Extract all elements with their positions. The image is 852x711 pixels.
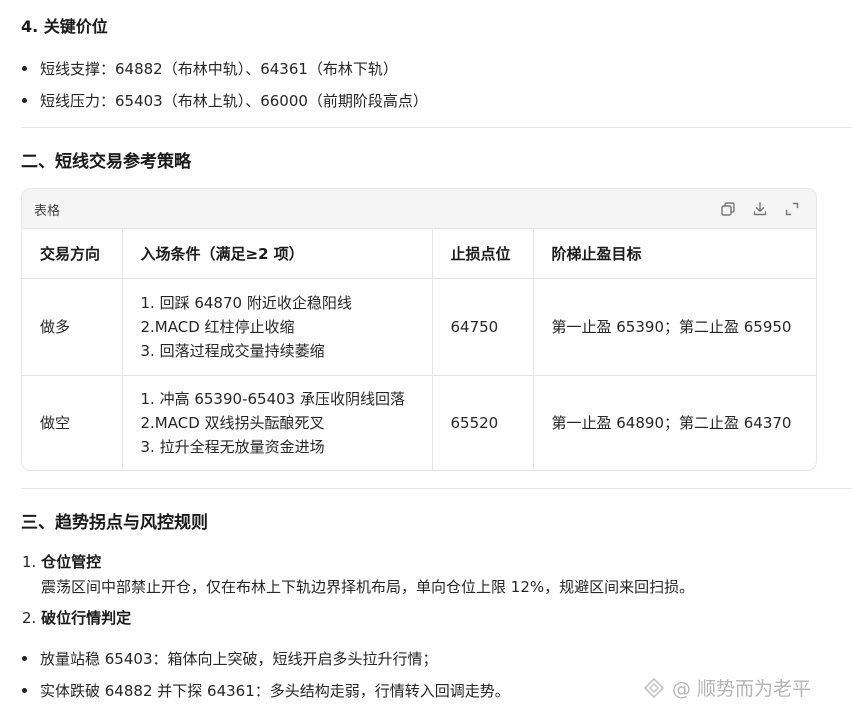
support-text: 短线支撑：64882（布林中轨）、64361（布林下轨） <box>40 60 398 78</box>
bullet-dot <box>22 66 27 71</box>
list-item: 短线支撑：64882（布林中轨）、64361（布林下轨） <box>22 58 398 79</box>
bullet-dot <box>22 688 27 693</box>
section-heading-strategy: 二、短线交易参考策略 <box>21 152 191 172</box>
header-stop-loss: 止损点位 <box>432 229 534 279</box>
watermark: @ 顺势而为老平 <box>642 674 811 701</box>
cell-targets: 第一止盈 65390；第二止盈 65950 <box>533 278 816 376</box>
list-item: 实体跌破 64882 并下探 64361：多头结构走弱，行情转入回调走势。 <box>22 680 510 701</box>
section-divider <box>21 488 852 489</box>
condition-line: 2.MACD 红柱停止收缩 <box>140 317 295 336</box>
cell-conditions: 1. 冲高 65390-65403 承压收阴线回落 2.MACD 双线拐头酝酿死… <box>122 375 433 470</box>
bullet-dot <box>22 656 27 661</box>
header-targets: 阶梯止盈目标 <box>533 229 816 279</box>
expand-icon[interactable] <box>784 201 800 217</box>
watermark-logo-icon <box>643 677 665 698</box>
ordered-item-breakout: 2. 破位行情判定 <box>22 607 131 628</box>
section-divider <box>21 127 852 128</box>
cell-direction: 做空 <box>22 375 123 470</box>
condition-line: 1. 冲高 65390-65403 承压收阴线回落 <box>140 389 405 408</box>
table-row: 做多 1. 回踩 64870 附近收企稳阳线 2.MACD 红柱停止收缩 3. … <box>22 278 816 376</box>
section-heading-risk: 三、趋势拐点与风控规则 <box>21 513 208 533</box>
position-rule-text: 震荡区间中部禁止开仓，仅在布林上下轨边界择机布局，单向仓位上限 12%，规避区间… <box>41 578 695 596</box>
breakout-up-text: 放量站稳 65403：箱体向上突破，短线开启多头拉升行情； <box>40 650 438 668</box>
resistance-text: 短线压力：65403（布林上轨）、66000（前期阶段高点） <box>40 92 428 110</box>
cell-stop-loss: 64750 <box>432 278 534 376</box>
condition-line: 3. 拉升全程无放量资金进场 <box>140 437 325 456</box>
item-number: 1. <box>22 553 37 571</box>
header-conditions: 入场条件（满足≥2 项） <box>122 229 433 279</box>
table-header-row: 交易方向 入场条件（满足≥2 项） 止损点位 阶梯止盈目标 <box>22 229 816 279</box>
bullet-dot <box>22 98 27 103</box>
ordered-item-position: 1. 仓位管控 <box>22 551 101 572</box>
condition-line: 1. 回踩 64870 附近收企稳阳线 <box>140 293 352 312</box>
section-heading-key-levels: 4. 关键价位 <box>21 17 108 36</box>
item-title: 仓位管控 <box>41 553 102 571</box>
cell-direction: 做多 <box>22 278 123 376</box>
copy-icon[interactable] <box>720 201 736 217</box>
condition-line: 2.MACD 双线拐头酝酿死叉 <box>140 413 325 432</box>
watermark-text: @ 顺势而为老平 <box>672 678 812 700</box>
cell-targets: 第一止盈 64890；第二止盈 64370 <box>551 414 792 433</box>
breakdown-text: 实体跌破 64882 并下探 64361：多头结构走弱，行情转入回调走势。 <box>40 682 510 700</box>
list-item: 放量站稳 65403：箱体向上突破，短线开启多头拉升行情； <box>22 648 438 669</box>
download-icon[interactable] <box>752 201 768 217</box>
cell-stop-loss: 65520 <box>432 375 534 470</box>
item-title: 破位行情判定 <box>41 609 132 627</box>
header-direction: 交易方向 <box>22 229 123 279</box>
table-toolbar: 表格 <box>22 189 816 229</box>
cell-conditions: 1. 回踩 64870 附近收企稳阳线 2.MACD 红柱停止收缩 3. 回落过… <box>122 278 433 376</box>
condition-line: 3. 回落过程成交量持续萎缩 <box>140 341 325 360</box>
list-item: 短线压力：65403（布林上轨）、66000（前期阶段高点） <box>22 90 428 111</box>
strategy-table: 交易方向 入场条件（满足≥2 项） 止损点位 阶梯止盈目标 做多 1. 回踩 6… <box>22 229 816 470</box>
item-number: 2. <box>22 609 37 627</box>
strategy-table-card: 表格 交易方向 入场条件（满足≥2 项） 止损点位 阶梯止盈目标 做多 1. 回… <box>21 188 817 471</box>
table-row: 做空 1. 冲高 65390-65403 承压收阴线回落 2.MACD 双线拐头… <box>22 375 816 470</box>
table-label: 表格 <box>34 204 61 219</box>
